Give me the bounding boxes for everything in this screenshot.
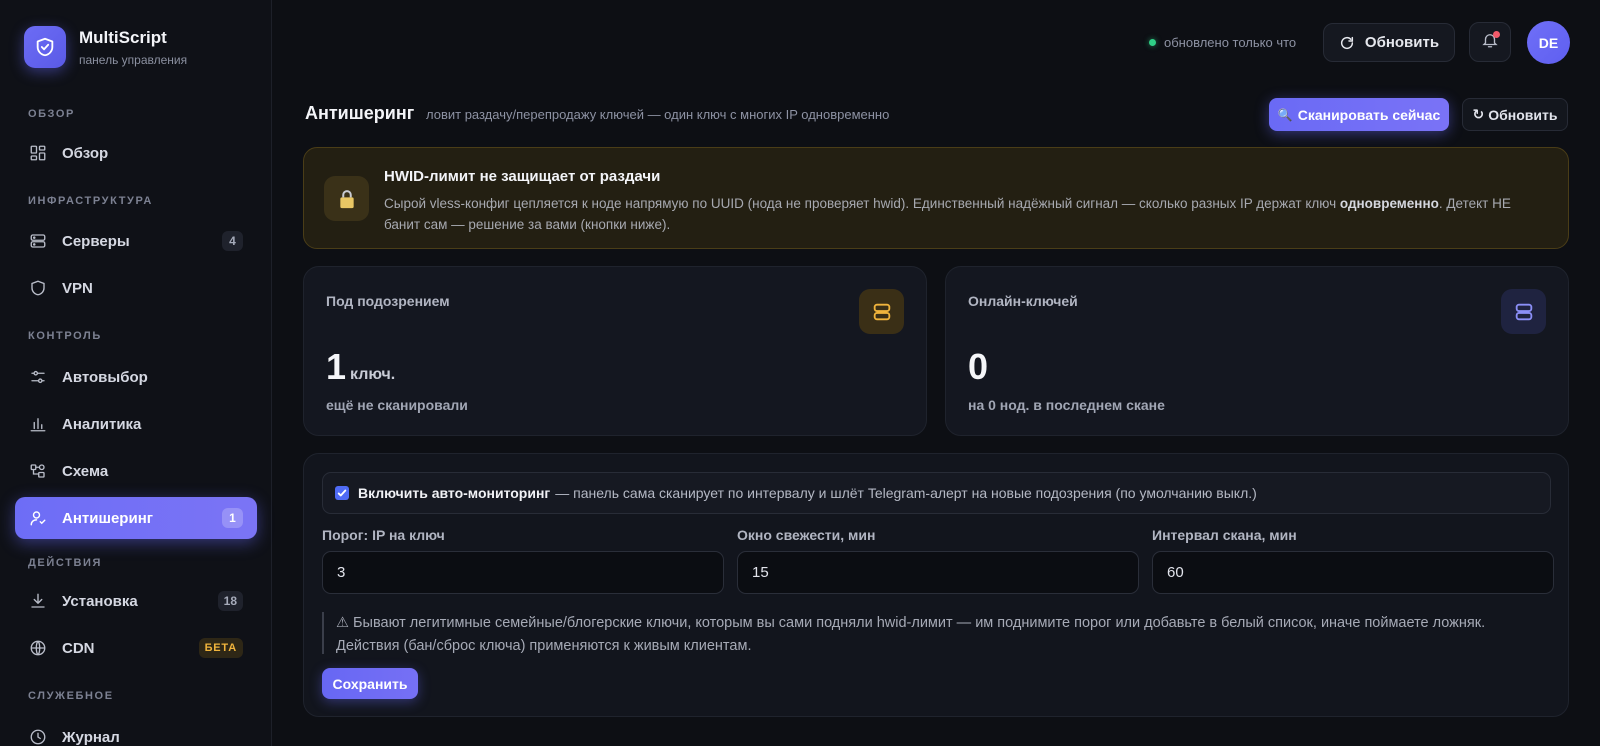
sidebar: MultiScript панель управления ОБЗОР Обзо… — [0, 0, 272, 746]
refresh-data-label: Обновить — [1488, 106, 1558, 123]
diagram-icon — [28, 461, 48, 481]
bar-chart-icon — [28, 414, 48, 434]
auto-monitor-title: Включить авто-мониторинг — [358, 485, 551, 501]
brand-name: MultiScript — [79, 27, 167, 47]
sidebar-item-journal[interactable]: Журнал — [15, 716, 257, 746]
magnifier-icon: 🔍 — [1277, 107, 1293, 122]
sidebar-item-label: Антишеринг — [62, 509, 153, 527]
sidebar-item-install[interactable]: Установка 18 — [15, 580, 257, 622]
shield-icon — [28, 278, 48, 298]
sidebar-item-label: Журнал — [62, 728, 120, 746]
online-keys-card: Онлайн-ключей 0 на 0 нод. в последнем ск… — [945, 266, 1569, 436]
freshness-window-input[interactable] — [737, 551, 1139, 594]
scan-interval-input[interactable] — [1152, 551, 1554, 594]
sidebar-item-overview[interactable]: Обзор — [15, 132, 257, 174]
notifications-button[interactable] — [1469, 22, 1511, 62]
page-description: ловит раздачу/перепродажу ключей — один … — [426, 107, 890, 122]
checkbox-checked-icon[interactable] — [335, 486, 349, 500]
online-keys-count: 0 — [968, 346, 989, 387]
stack-icon — [859, 289, 904, 334]
sidebar-item-label: Аналитика — [62, 415, 142, 433]
section-label-actions: ДЕЙСТВИЯ — [28, 557, 103, 569]
warning-note: ⚠ Бывают легитимные семейные/блогерские … — [322, 612, 1551, 654]
server-icon — [28, 231, 48, 251]
scan-interval-label: Интервал скана, мин — [1152, 527, 1297, 543]
refresh-button[interactable]: Обновить — [1323, 23, 1455, 62]
suspected-card: Под подозрением 1 ключ. ещё не сканировал… — [303, 266, 927, 436]
status-dot-icon — [1149, 39, 1156, 46]
auto-monitor-desc: — панель сама сканирует по интервалу и ш… — [555, 485, 1257, 501]
user-icon — [28, 508, 48, 528]
beta-badge: БЕТА — [198, 638, 243, 658]
threshold-input[interactable] — [322, 551, 724, 594]
brand-subtitle: панель управления — [79, 52, 188, 67]
settings-panel: Включить авто-мониторинг — панель сама с… — [303, 453, 1569, 717]
warning-text-part: Сырой vless-конфиг цепляется к ноде напр… — [384, 196, 1340, 211]
sliders-icon — [28, 367, 48, 387]
sidebar-item-label: Серверы — [62, 232, 130, 250]
update-status: обновлено только что — [1149, 35, 1296, 50]
auto-monitor-toggle[interactable]: Включить авто-мониторинг — панель сама с… — [322, 472, 1551, 514]
sidebar-item-analytics[interactable]: Аналитика — [15, 403, 257, 445]
refresh-icon: ↻ — [1472, 106, 1485, 122]
card-subtext: на 0 нод. в последнем скане — [968, 397, 1165, 413]
sidebar-item-schema[interactable]: Схема — [15, 450, 257, 492]
sidebar-item-label: VPN — [62, 279, 93, 297]
scan-now-button[interactable]: 🔍 Сканировать сейчас — [1269, 98, 1449, 131]
sidebar-item-label: Обзор — [62, 144, 109, 162]
section-label-overview: ОБЗОР — [28, 108, 75, 120]
stack-icon — [1501, 289, 1546, 334]
card-value: 0 — [968, 346, 988, 388]
sidebar-item-label: CDN — [62, 639, 95, 657]
scan-now-label: Сканировать сейчас — [1297, 106, 1441, 123]
sidebar-item-cdn[interactable]: CDN БЕТА — [15, 627, 257, 669]
globe-icon — [28, 638, 48, 658]
sidebar-item-autoselect[interactable]: Автовыбор — [15, 356, 257, 398]
freshness-window-label: Окно свежести, мин — [737, 527, 876, 543]
install-count-badge: 18 — [217, 591, 243, 611]
warning-banner: HWID-лимит не защищает от раздачи Сырой … — [303, 147, 1569, 249]
sidebar-item-label: Автовыбор — [62, 368, 148, 386]
card-unit: ключ. — [350, 366, 396, 383]
section-label-infrastructure: ИНФРАСТРУКТУРА — [28, 195, 153, 207]
section-label-control: КОНТРОЛЬ — [28, 330, 102, 342]
download-icon — [28, 591, 48, 611]
servers-count-badge: 4 — [222, 231, 243, 251]
warning-title: HWID-лимит не защищает от раздачи — [384, 168, 661, 185]
page-title: Антишеринг — [305, 103, 415, 123]
warning-text-bold: одновременно — [1339, 196, 1439, 211]
lock-icon — [324, 176, 369, 221]
sidebar-item-servers[interactable]: Серверы 4 — [15, 220, 257, 262]
clock-icon — [28, 727, 48, 746]
refresh-icon — [1339, 35, 1355, 51]
refresh-button-label: Обновить — [1364, 34, 1440, 51]
save-button[interactable]: Сохранить — [322, 668, 418, 699]
threshold-label: Порог: IP на ключ — [322, 527, 445, 543]
sidebar-item-antisharing[interactable]: Антишеринг 1 — [15, 497, 257, 539]
avatar[interactable]: DE — [1527, 21, 1570, 64]
notification-dot — [1493, 31, 1500, 38]
suspected-count: 1 — [326, 346, 347, 387]
update-status-text: обновлено только что — [1164, 35, 1297, 50]
card-label: Под подозрением — [326, 293, 450, 309]
sidebar-item-label: Установка — [62, 592, 138, 610]
refresh-data-button[interactable]: ↻ Обновить — [1462, 98, 1568, 131]
shield-check-logo-icon — [24, 26, 66, 68]
card-label: Онлайн-ключей — [968, 293, 1078, 309]
sidebar-item-vpn[interactable]: VPN — [15, 267, 257, 309]
warning-text: Сырой vless-конфиг цепляется к ноде напр… — [384, 193, 1544, 235]
brand[interactable]: MultiScript панель управления — [24, 26, 187, 68]
grid-icon — [28, 143, 48, 163]
card-value: 1 ключ. — [326, 346, 395, 388]
section-label-service: СЛУЖЕБНОЕ — [28, 690, 114, 702]
card-subtext: ещё не сканировали — [326, 397, 468, 413]
sidebar-item-label: Схема — [62, 462, 109, 480]
antisharing-count-badge: 1 — [222, 508, 243, 528]
